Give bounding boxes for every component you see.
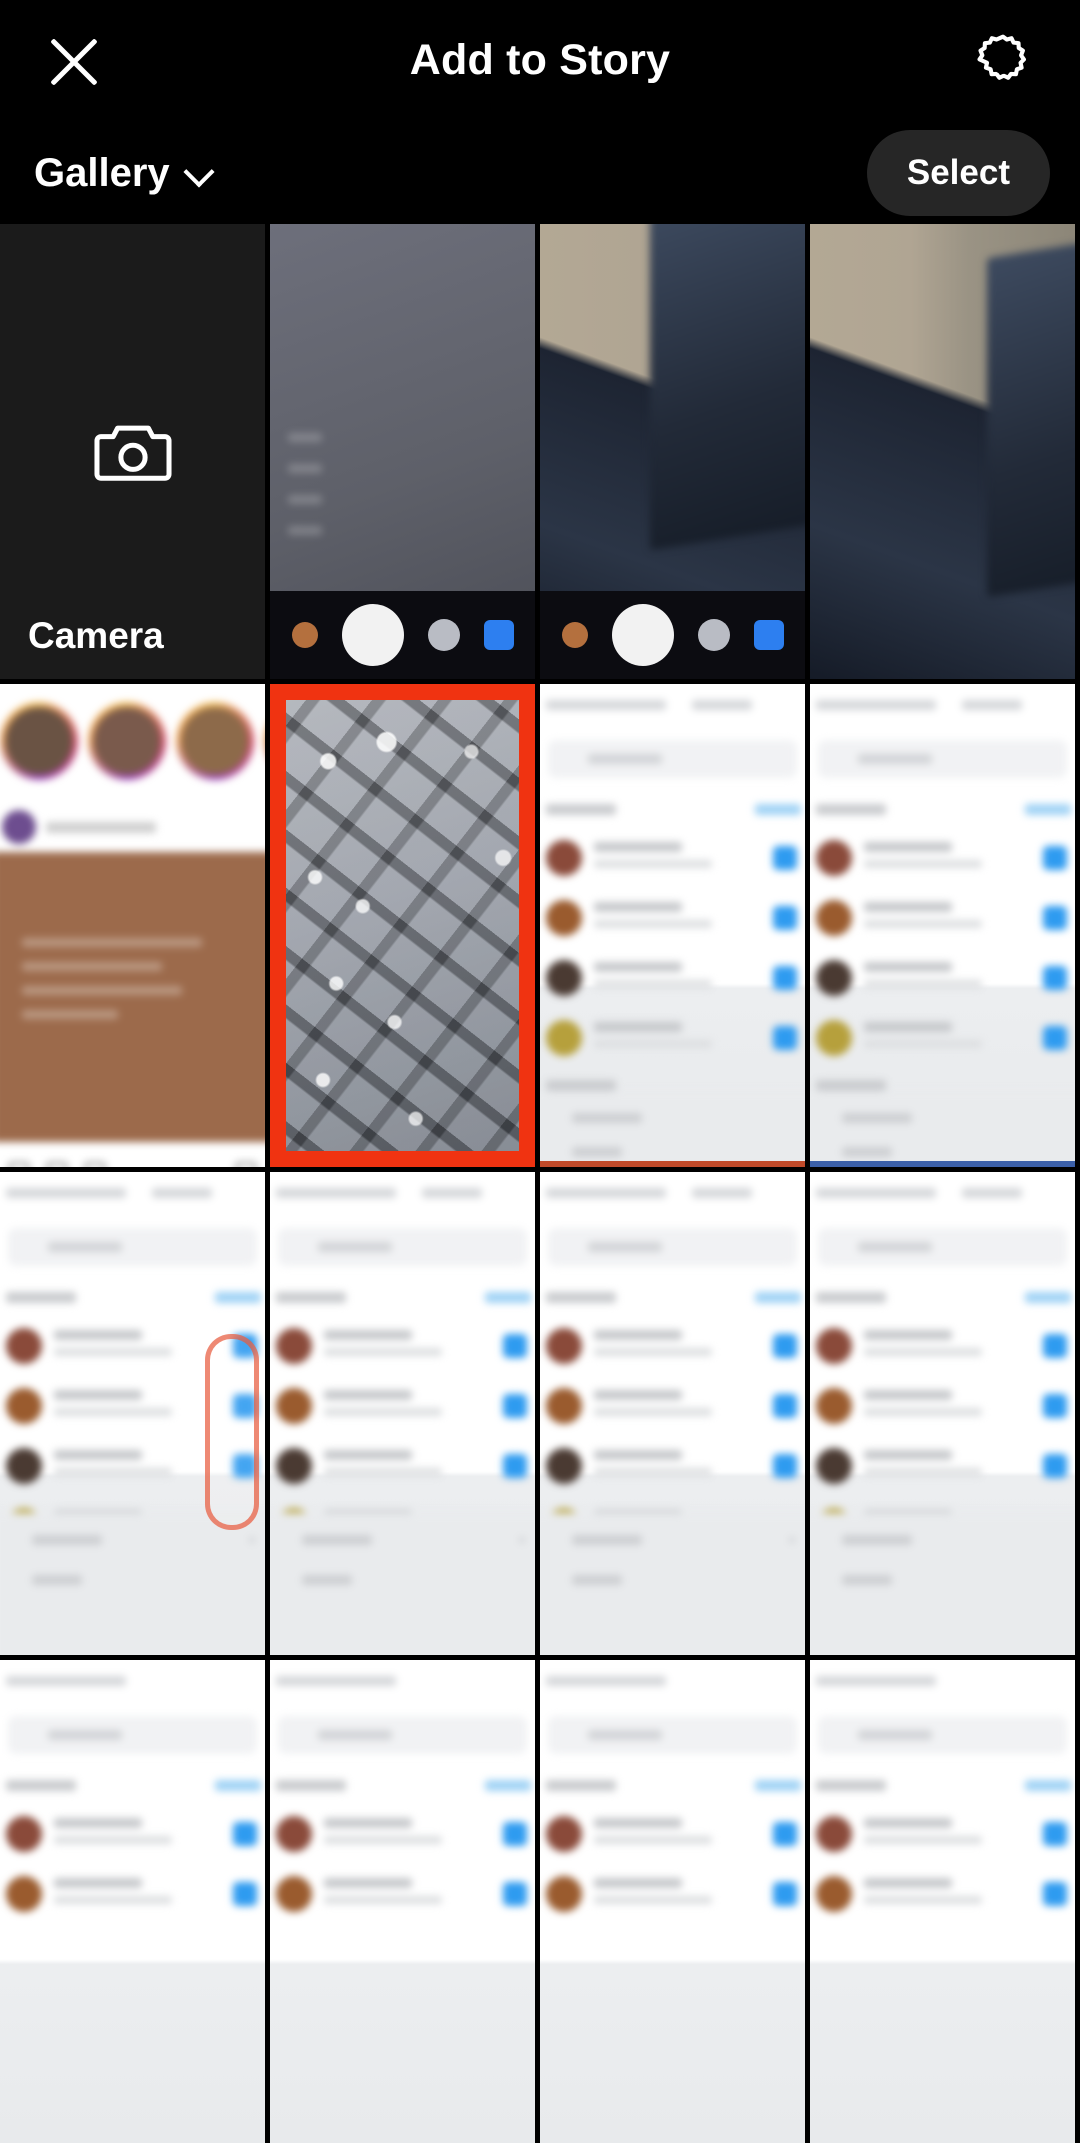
gallery-bar: Gallery Select	[0, 124, 1080, 222]
thumbnail-image	[540, 1172, 805, 1655]
thumbnail-image	[810, 684, 1075, 1167]
camera-tile-label: Camera	[28, 615, 164, 656]
thumbnail-image	[540, 224, 805, 679]
thumbnail-image	[0, 1172, 265, 1655]
gallery-source-label: Gallery	[34, 150, 170, 195]
camera-icon	[93, 425, 172, 481]
thumbnail-image	[0, 684, 265, 1167]
thumbnail-4[interactable]	[0, 684, 265, 1167]
thumbnail-13[interactable]	[270, 1660, 535, 2143]
top-app-bar: Add to Story	[0, 0, 1080, 124]
thumbnail-image	[270, 224, 535, 679]
thumbnail-image	[540, 684, 805, 1167]
thumbnail-image	[270, 1172, 535, 1655]
thumbnail-image	[810, 1172, 1075, 1655]
camera-tile[interactable]: Camera	[0, 224, 265, 679]
thumbnail-8[interactable]	[0, 1172, 265, 1655]
thumbnail-image	[540, 1660, 805, 2143]
annotation-highlight-box	[205, 1334, 259, 1530]
thumbnail-12[interactable]	[0, 1660, 265, 2143]
thumbnail-6[interactable]	[540, 684, 805, 1167]
thumbnail-navbar	[270, 591, 535, 679]
thumbnail-10[interactable]	[540, 1172, 805, 1655]
close-icon[interactable]	[46, 34, 102, 90]
thumbnail-image	[270, 684, 535, 1167]
thumbnail-9[interactable]	[270, 1172, 535, 1655]
thumbnail-image	[0, 1660, 265, 2143]
gear-icon[interactable]	[972, 31, 1034, 93]
thumbnail-15[interactable]	[810, 1660, 1075, 2143]
thumbnail-3[interactable]	[810, 224, 1075, 679]
thumbnail-11[interactable]	[810, 1172, 1075, 1655]
media-grid: Camera	[0, 224, 1080, 2143]
thumbnail-image	[810, 224, 1075, 679]
chevron-down-icon	[186, 160, 212, 186]
thumbnail-14[interactable]	[540, 1660, 805, 2143]
thumbnail-image	[810, 1660, 1075, 2143]
thumbnail-image	[270, 1660, 535, 2143]
thumbnail-1[interactable]	[270, 224, 535, 679]
thumbnail-2[interactable]	[540, 224, 805, 679]
thumbnail-5[interactable]	[270, 684, 535, 1167]
select-button[interactable]: Select	[866, 130, 1050, 216]
gallery-source-dropdown[interactable]: Gallery	[34, 151, 212, 196]
page-title: Add to Story	[409, 36, 671, 84]
thumbnail-7[interactable]	[810, 684, 1075, 1167]
thumbnail-navbar	[540, 591, 805, 679]
